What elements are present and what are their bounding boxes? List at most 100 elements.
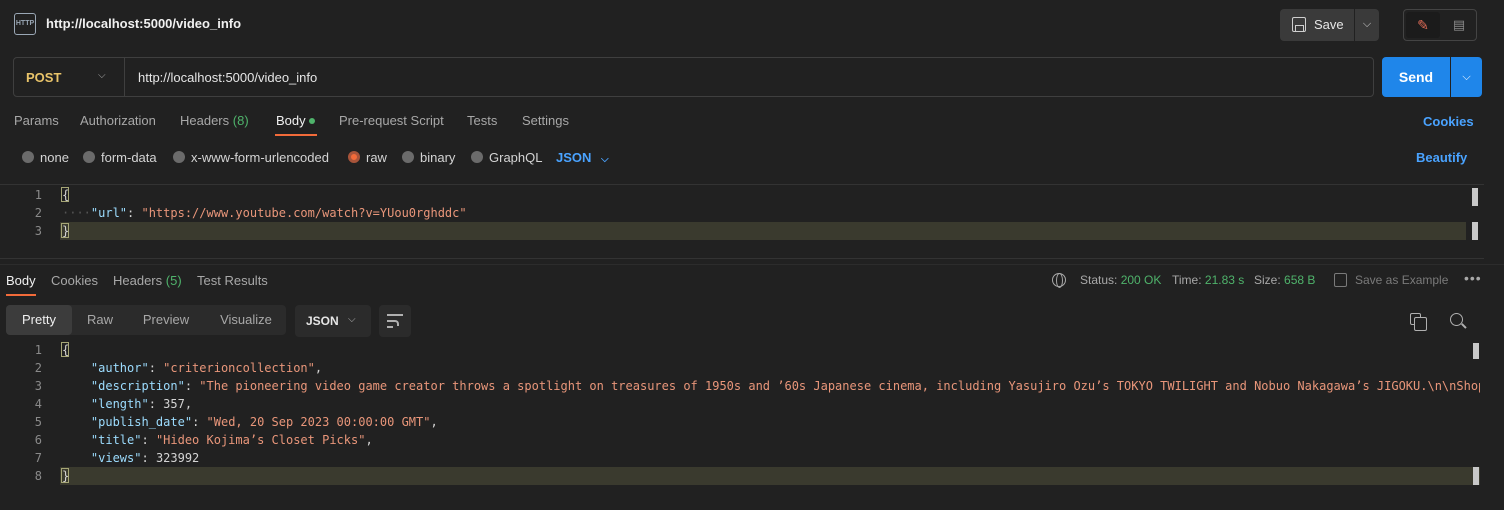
send-options-chevron-icon[interactable]: ⌵ bbox=[1451, 57, 1482, 97]
line-number: 5 bbox=[34, 415, 42, 429]
time-label: Time: bbox=[1172, 273, 1202, 287]
radio-dot bbox=[83, 151, 95, 163]
code-line: "title": "Hideo Kojima’s Closet Picks", bbox=[90, 433, 373, 447]
editor-scrollbar[interactable] bbox=[1472, 188, 1478, 206]
radio-dot bbox=[22, 151, 34, 163]
json-value: "criterioncollection" bbox=[163, 361, 315, 375]
active-tab-underline bbox=[275, 134, 317, 136]
size-indicator[interactable]: Size: 658 B bbox=[1254, 273, 1315, 287]
response-tab-headers[interactable]: Headers (5) bbox=[113, 273, 182, 288]
body-format-select[interactable]: JSON ⌵ bbox=[556, 150, 609, 165]
headers-count: (8) bbox=[232, 113, 249, 128]
tab-params[interactable]: Params bbox=[14, 113, 59, 128]
radio-label: form-data bbox=[101, 150, 157, 165]
json-key: "views" bbox=[90, 451, 142, 465]
line-number: 1 bbox=[34, 188, 42, 202]
json-value: "Wed, 20 Sep 2023 00:00:00 GMT" bbox=[206, 415, 431, 429]
chevron-down-icon: ⌵ bbox=[348, 314, 356, 325]
status-indicator[interactable]: Status: 200 OK bbox=[1080, 273, 1161, 287]
url-separator bbox=[124, 58, 125, 96]
code-line: ····"url": "https://www.youtube.com/watc… bbox=[62, 206, 467, 220]
json-key: "publish_date" bbox=[90, 415, 193, 429]
chevron-down-icon: ⌵ bbox=[601, 154, 609, 165]
response-language-label: JSON bbox=[306, 314, 339, 328]
save-icon bbox=[1292, 17, 1306, 32]
json-value: "Hideo Kojima’s Closet Picks" bbox=[155, 433, 366, 447]
response-scrollbar[interactable] bbox=[1473, 343, 1479, 359]
search-icon[interactable] bbox=[1450, 313, 1463, 326]
json-value: 323992 bbox=[155, 451, 200, 465]
code-line: "author": "criterioncollection", bbox=[90, 361, 323, 375]
radio-label: GraphQL bbox=[489, 150, 543, 165]
tab-headers[interactable]: Headers (8) bbox=[180, 113, 249, 128]
body-modified-dot bbox=[309, 118, 315, 124]
time-indicator[interactable]: Time: 21.83 s bbox=[1172, 273, 1244, 287]
save-button[interactable]: Save bbox=[1280, 9, 1354, 41]
comment-icon[interactable]: ▤ bbox=[1444, 12, 1474, 38]
code-line: { bbox=[62, 343, 70, 357]
pencil-icon[interactable]: ✎ bbox=[1406, 12, 1440, 38]
radio-label: x-www-form-urlencoded bbox=[191, 150, 329, 165]
radio-dot bbox=[402, 151, 414, 163]
send-button[interactable]: Send bbox=[1382, 57, 1450, 97]
copy-icon[interactable] bbox=[1410, 313, 1427, 331]
line-number: 2 bbox=[34, 206, 42, 220]
request-tab-title[interactable]: http://localhost:5000/video_info bbox=[46, 16, 241, 31]
beautify-link[interactable]: Beautify bbox=[1416, 150, 1467, 165]
json-key: "title" bbox=[90, 433, 142, 447]
line-number: 6 bbox=[34, 433, 42, 447]
radio-label: none bbox=[40, 150, 69, 165]
tab-headers-label: Headers bbox=[180, 113, 230, 128]
status-label: Status: bbox=[1080, 273, 1118, 287]
code-line: } bbox=[62, 224, 70, 238]
active-line-highlight bbox=[60, 222, 1466, 240]
format-raw-button[interactable]: Raw bbox=[76, 305, 124, 335]
pane-resizer[interactable] bbox=[0, 264, 1504, 265]
code-line: } bbox=[62, 469, 70, 483]
radio-dot bbox=[471, 151, 483, 163]
active-line-highlight bbox=[60, 467, 1480, 485]
tab-authorization[interactable]: Authorization bbox=[80, 113, 156, 128]
url-bar: POST ⌵ http://localhost:5000/video_info bbox=[13, 57, 1374, 97]
save-options-chevron-icon[interactable]: ⌵ bbox=[1355, 9, 1379, 41]
status-value: 200 OK bbox=[1120, 273, 1162, 287]
tab-pre-request-script[interactable]: Pre-request Script bbox=[339, 113, 444, 128]
code-line: "views": 323992 bbox=[90, 451, 200, 465]
line-number: 4 bbox=[34, 397, 42, 411]
response-language-select[interactable]: JSON ⌵ bbox=[295, 305, 371, 337]
code-line: "publish_date": "Wed, 20 Sep 2023 00:00:… bbox=[90, 415, 438, 429]
line-number: 2 bbox=[34, 361, 42, 375]
radio-label: raw bbox=[366, 150, 387, 165]
more-options-icon[interactable]: ••• bbox=[1464, 270, 1482, 286]
code-line: { bbox=[62, 188, 70, 202]
editor-scrollbar-cursor bbox=[1472, 222, 1478, 240]
size-label: Size: bbox=[1254, 273, 1281, 287]
http-request-icon: HTTP bbox=[14, 13, 36, 35]
tab-tests[interactable]: Tests bbox=[467, 113, 497, 128]
tab-settings[interactable]: Settings bbox=[522, 113, 569, 128]
radio-dot-selected bbox=[348, 151, 360, 163]
globe-icon[interactable] bbox=[1052, 273, 1066, 288]
cookies-link[interactable]: Cookies bbox=[1423, 114, 1474, 129]
line-number: 7 bbox=[34, 451, 42, 465]
response-tab-cookies[interactable]: Cookies bbox=[51, 273, 98, 288]
response-tab-body[interactable]: Body bbox=[6, 273, 36, 288]
radio-label: binary bbox=[420, 150, 456, 165]
line-number: 8 bbox=[34, 469, 42, 483]
response-headers-label: Headers bbox=[113, 273, 163, 288]
body-format-label: JSON bbox=[556, 150, 592, 165]
response-tab-test-results[interactable]: Test Results bbox=[197, 273, 268, 288]
save-as-example-button[interactable]: Save as Example bbox=[1355, 273, 1448, 287]
format-preview-button[interactable]: Preview bbox=[132, 305, 200, 335]
format-pretty-button[interactable]: Pretty bbox=[6, 305, 72, 335]
method-select[interactable]: POST bbox=[26, 70, 61, 85]
tab-body[interactable]: Body bbox=[276, 113, 306, 128]
wrap-lines-button[interactable] bbox=[379, 305, 411, 337]
method-chevron-down-icon[interactable]: ⌵ bbox=[98, 70, 106, 81]
wrap-icon-part bbox=[387, 326, 393, 328]
format-visualize-button[interactable]: Visualize bbox=[206, 305, 286, 335]
time-value: 21.83 s bbox=[1204, 273, 1245, 287]
json-key: "description" bbox=[90, 379, 185, 393]
url-input[interactable]: http://localhost:5000/video_info bbox=[138, 70, 317, 85]
size-value: 658 B bbox=[1284, 273, 1316, 287]
